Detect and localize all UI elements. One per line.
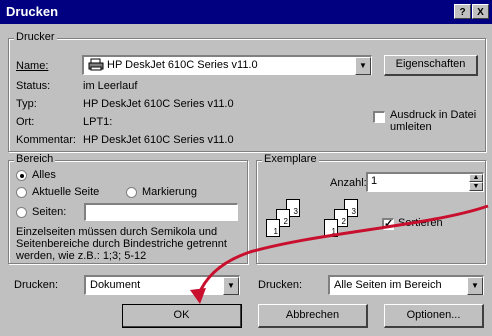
printer-icon (88, 58, 104, 75)
location-value: LPT1: (83, 116, 113, 128)
range-group-label: Bereich (14, 153, 56, 165)
comment-value: HP DeskJet 610C Series v11.0 (83, 134, 234, 146)
print-what-label: Drucken: (14, 279, 59, 291)
copies-count-input[interactable]: 1 ▲ ▼ (366, 172, 484, 192)
location-label: Ort: (16, 116, 35, 128)
print-to-file-label: Ausdruck in Datei umleiten (390, 109, 477, 133)
range-pages-radio[interactable] (16, 207, 27, 218)
pages-input[interactable] (84, 203, 238, 221)
window-title: Drucken (6, 4, 59, 19)
chevron-down-icon[interactable]: ▼ (355, 57, 371, 75)
print-what-value: Dokument (90, 279, 141, 291)
range-hint: Einzelseiten müssen durch Semikola und S… (16, 226, 227, 262)
spinner-up-icon[interactable]: ▲ (469, 174, 483, 182)
collate-label: Sortieren (398, 217, 443, 229)
range-pages-label: Seiten: (32, 206, 67, 218)
collate-page-icon: 1 (266, 219, 280, 237)
status-value: im Leerlauf (83, 80, 138, 92)
options-button[interactable]: Optionen... (384, 304, 484, 328)
range-all-radio[interactable] (16, 170, 27, 181)
print-to-file-checkbox[interactable] (373, 111, 385, 123)
range-selection-radio[interactable] (126, 187, 137, 198)
print-pages-value: Alle Seiten im Bereich (334, 279, 442, 291)
spinner-down-icon[interactable]: ▼ (469, 182, 483, 191)
chevron-down-icon[interactable]: ▼ (223, 277, 239, 295)
printer-group-label: Drucker (14, 31, 57, 43)
collate-illustration: 3 2 1 3 2 1 (264, 199, 374, 255)
range-selection-label: Markierung (142, 186, 198, 198)
print-pages-label: Drucken: (258, 279, 303, 291)
range-current-page-label: Aktuelle Seite (32, 186, 100, 198)
range-all-label: Alles (32, 169, 56, 181)
status-label: Status: (16, 80, 51, 92)
cancel-button[interactable]: Abbrechen (258, 304, 368, 328)
help-button[interactable]: ? (454, 4, 471, 19)
chevron-down-icon[interactable]: ▼ (467, 277, 483, 295)
comment-label: Kommentar: (16, 134, 76, 146)
properties-button[interactable]: Eigenschaften (384, 55, 478, 76)
printer-name-label: Name: (16, 60, 49, 72)
print-what-select[interactable]: Dokument ▼ (84, 275, 240, 295)
printer-name-select[interactable]: HP DeskJet 610C Series v11.0 ▼ (82, 55, 372, 75)
collate-checkbox[interactable]: ✓ (382, 218, 394, 230)
range-current-page-radio[interactable] (16, 187, 27, 198)
close-button[interactable]: X (472, 4, 489, 19)
type-label: Typ: (16, 98, 37, 110)
copies-count-value: 1 (371, 175, 378, 187)
ok-button[interactable]: OK (122, 304, 242, 328)
type-value: HP DeskJet 610C Series v11.0 (83, 98, 234, 110)
print-pages-select[interactable]: Alle Seiten im Bereich ▼ (328, 275, 484, 295)
printer-name-value: HP DeskJet 610C Series v11.0 (107, 59, 258, 71)
title-bar: Drucken ? X (0, 0, 492, 24)
collate-page-icon: 1 (324, 219, 338, 237)
copies-count-label: Anzahl: (330, 177, 367, 189)
copies-group-label: Exemplare (262, 153, 319, 165)
